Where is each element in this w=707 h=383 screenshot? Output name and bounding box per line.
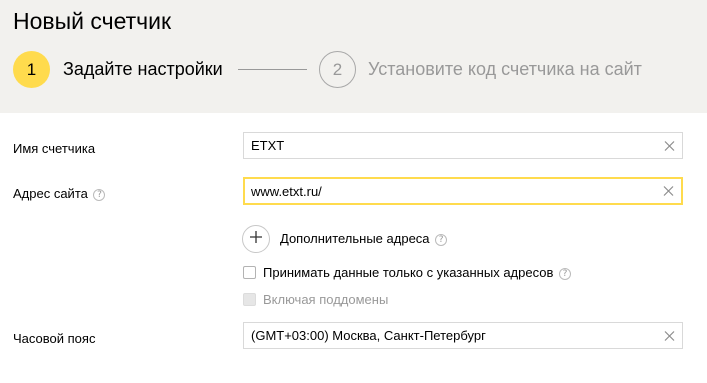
accept-only-specified-label[interactable]: Принимать данные только с указанных адре…: [263, 265, 553, 280]
help-icon[interactable]: ?: [435, 233, 448, 246]
site-address-field[interactable]: [243, 177, 683, 205]
step-1-indicator: 1: [13, 51, 50, 88]
help-icon[interactable]: ?: [93, 188, 106, 201]
step-connector: [238, 69, 307, 70]
timezone-label: Часовой пояс: [13, 331, 96, 346]
additional-addresses-row[interactable]: Дополнительные адреса ?: [280, 231, 448, 247]
include-subdomains-checkbox: [243, 293, 256, 306]
site-address-label: Адрес сайта: [13, 186, 88, 201]
counter-name-label: Имя счетчика: [13, 141, 96, 156]
counter-name-input[interactable]: [251, 133, 651, 158]
timezone-field[interactable]: [243, 322, 683, 349]
plus-icon: [250, 230, 262, 248]
clear-icon[interactable]: [663, 186, 674, 197]
step-2-label: Установите код счетчика на сайт: [368, 59, 642, 79]
help-icon[interactable]: ?: [559, 267, 571, 280]
step-1-label: Задайте настройки: [63, 59, 223, 79]
page-header: Новый счетчик 1 Задайте настройки 2 Уста…: [0, 0, 707, 113]
accept-only-specified-row[interactable]: Принимать данные только с указанных адре…: [263, 265, 571, 281]
accept-only-specified-checkbox[interactable]: [243, 266, 256, 279]
include-subdomains-label: Включая поддомены: [263, 292, 389, 307]
counter-name-field[interactable]: [243, 132, 683, 159]
page-title: Новый счетчик: [13, 8, 172, 34]
clear-icon[interactable]: [664, 330, 675, 341]
step-2-indicator: 2: [319, 51, 356, 88]
additional-addresses-label[interactable]: Дополнительные адреса: [280, 231, 430, 246]
site-address-label-row: Адрес сайта ?: [13, 186, 106, 202]
clear-icon[interactable]: [664, 140, 675, 151]
site-address-input[interactable]: [251, 179, 651, 203]
add-address-button[interactable]: [242, 225, 270, 253]
timezone-input[interactable]: [251, 323, 651, 348]
